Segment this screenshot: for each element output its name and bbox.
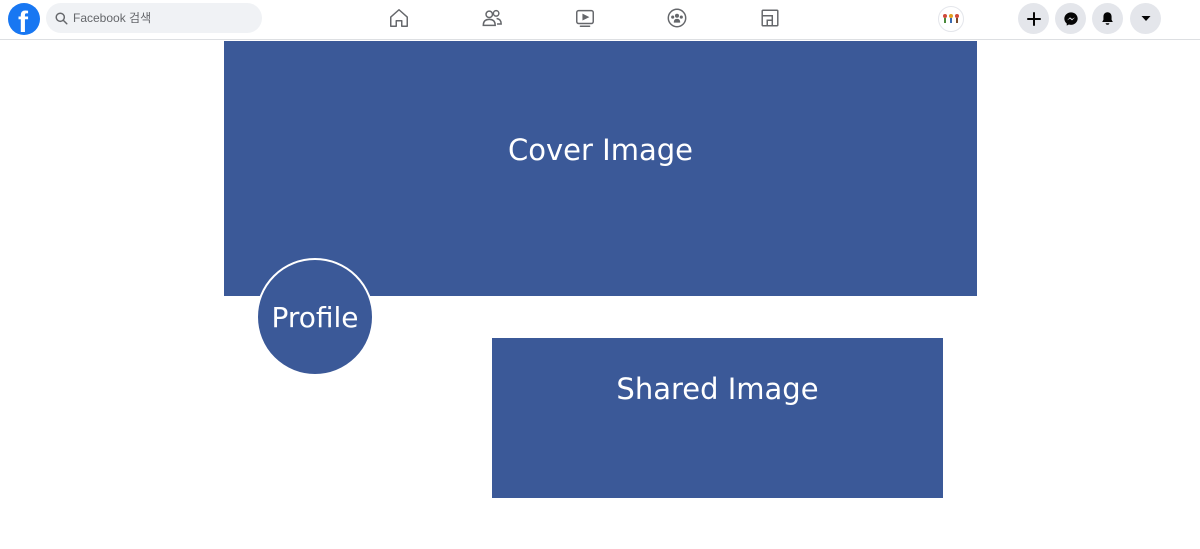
profile-picture-label: Profile — [271, 300, 359, 334]
cover-image: Cover Image — [224, 41, 977, 296]
shared-image: Shared Image — [492, 338, 943, 498]
nav-watch[interactable] — [574, 7, 596, 29]
search-icon — [55, 11, 68, 25]
caret-down-icon — [1141, 16, 1150, 21]
cover-image-label: Cover Image — [508, 132, 693, 167]
friends-icon — [482, 9, 502, 27]
shared-image-label: Shared Image — [616, 372, 819, 406]
profile-avatar[interactable] — [938, 6, 964, 32]
facebook-logo[interactable]: f — [8, 3, 40, 35]
messenger-button[interactable] — [1055, 3, 1086, 34]
nav-friends[interactable] — [481, 7, 503, 29]
bell-icon — [1102, 12, 1113, 25]
search-box[interactable] — [46, 3, 262, 33]
profile-picture: Profile — [256, 258, 374, 376]
nav-gaming[interactable] — [759, 7, 781, 29]
search-input[interactable] — [73, 11, 253, 25]
facebook-logo-glyph: f — [18, 6, 28, 35]
top-navigation-bar: f — [0, 0, 1200, 40]
home-icon — [390, 9, 408, 27]
notifications-button[interactable] — [1092, 3, 1123, 34]
nav-groups[interactable] — [666, 7, 688, 29]
account-menu-button[interactable] — [1130, 3, 1161, 34]
create-button[interactable] — [1018, 3, 1049, 34]
nav-home[interactable] — [388, 7, 410, 29]
gaming-icon — [761, 9, 779, 27]
groups-icon — [667, 8, 687, 28]
messenger-icon — [1063, 11, 1078, 26]
watch-icon — [576, 9, 594, 27]
avatar-people-icon — [943, 14, 959, 23]
plus-icon — [1026, 11, 1041, 26]
